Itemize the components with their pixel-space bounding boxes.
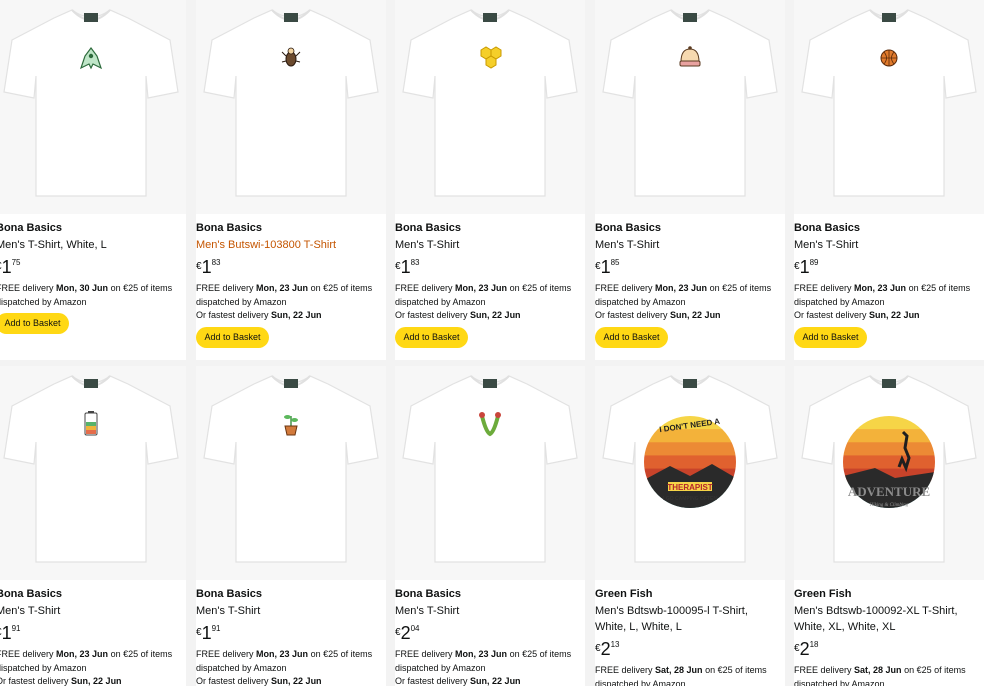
product-title[interactable]: Men's Butswi-103800 T-Shirt [196, 237, 381, 253]
product-brand: Bona Basics [196, 588, 263, 600]
product-brand: Green Fish [794, 588, 852, 600]
product-image[interactable]: ADVENTURE Hiking & Climbing [794, 366, 984, 580]
product-brand: Bona Basics [196, 222, 263, 234]
product-brand: Green Fish [595, 588, 653, 600]
product-card[interactable]: Bona Basics Men's T-Shirt €191 FREE deli… [196, 366, 386, 686]
sunset-therapist-print: I DON'T NEED A THERAPIST I GO CAMPING OF… [644, 416, 736, 508]
sunset-adventure-print: ADVENTURE Hiking & Climbing [843, 416, 935, 508]
product-card[interactable]: Bona Basics Men's T-Shirt €183 FREE deli… [395, 0, 585, 360]
product-title[interactable]: Men's Bdtswb-100092-XL T-Shirt, White, X… [794, 603, 979, 635]
product-price: €185 [595, 257, 620, 277]
delivery-info: FREE delivery Mon, 23 Jun on €25 of item… [0, 648, 184, 686]
product-title[interactable]: Men's T-Shirt [794, 237, 979, 253]
product-image[interactable] [395, 366, 585, 580]
delivery-info: FREE delivery Mon, 23 Jun on €25 of item… [395, 649, 572, 686]
product-card[interactable]: ADVENTURE Hiking & Climbing Green Fish M… [794, 366, 984, 686]
delivery-info: FREE delivery Mon, 23 Jun on €25 of item… [196, 649, 373, 686]
delivery-info: FREE delivery Mon, 23 Jun on €25 of item… [395, 283, 572, 320]
add-to-basket-button[interactable]: Add to Basket [595, 326, 668, 348]
fastest-delivery: Or fastest delivery [595, 310, 668, 320]
add-to-basket-button[interactable]: Add to Basket [196, 326, 269, 348]
product-title[interactable]: Men's T-Shirt [595, 237, 780, 253]
product-card[interactable]: Bona Basics Men's T-Shirt, White, L €175… [0, 0, 186, 360]
product-price: €204 [395, 623, 420, 643]
delivery-info: FREE delivery Mon, 23 Jun on €25 of item… [794, 283, 971, 320]
product-image[interactable] [0, 366, 186, 580]
product-card[interactable]: I DON'T NEED A THERAPIST I GO CAMPING OF… [595, 366, 785, 686]
product-image[interactable] [794, 0, 984, 214]
product-card[interactable]: Bona Basics Men's T-Shirt €189 FREE deli… [794, 0, 984, 360]
product-price: €191 [0, 623, 21, 643]
product-title[interactable]: Men's T-Shirt [196, 603, 381, 619]
product-brand: Bona Basics [395, 588, 462, 600]
product-brand: Bona Basics [0, 222, 63, 234]
product-title[interactable]: Men's T-Shirt [395, 237, 580, 253]
product-image[interactable] [0, 0, 186, 214]
product-title[interactable]: Men's T-Shirt, White, L [0, 237, 181, 253]
product-brand: Bona Basics [395, 222, 462, 234]
print-line-3: I GO CAMPING OFTEN [663, 496, 717, 502]
fastest-delivery: Or fastest delivery [196, 676, 269, 686]
product-brand: Bona Basics [794, 222, 861, 234]
delivery-info: FREE delivery Mon, 23 Jun on €25 of item… [196, 283, 373, 320]
product-image[interactable] [196, 0, 386, 214]
product-image[interactable] [395, 0, 585, 214]
print-line-2: THERAPIST [667, 483, 712, 492]
product-price: €213 [595, 639, 620, 659]
product-image[interactable] [196, 366, 386, 580]
basketball-icon [880, 49, 898, 67]
fastest-delivery: Or fastest delivery [0, 676, 69, 686]
product-image[interactable]: I DON'T NEED A THERAPIST I GO CAMPING OF… [595, 366, 785, 580]
fastest-delivery: Or fastest delivery [196, 310, 269, 320]
delivery-info: FREE delivery Mon, 30 Jun on €25 of item… [0, 283, 173, 307]
delivery-info: FREE delivery Sat, 28 Jun on €25 of item… [794, 665, 966, 686]
product-title[interactable]: Men's T-Shirt [395, 603, 580, 619]
add-to-basket-button[interactable]: Add to Basket [0, 313, 69, 334]
add-to-basket-button[interactable]: Add to Basket [395, 326, 468, 348]
add-to-basket-button[interactable]: Add to Basket [794, 326, 867, 348]
product-card[interactable]: Bona Basics Men's T-Shirt €204 FREE deli… [395, 366, 585, 686]
battery-icon [84, 411, 98, 436]
product-price: €218 [794, 639, 819, 659]
product-card[interactable]: Bona Basics Men's T-Shirt €191 FREE deli… [0, 366, 186, 686]
product-title[interactable]: Men's T-Shirt [0, 603, 181, 619]
product-price: €191 [196, 623, 221, 643]
product-brand: Bona Basics [595, 222, 662, 234]
product-price: €175 [0, 257, 21, 277]
product-card[interactable]: Bona Basics Men's Butswi-103800 T-Shirt … [196, 0, 386, 360]
fastest-delivery: Or fastest delivery [395, 676, 468, 686]
print-line-1: ADVENTURE [848, 484, 930, 499]
delivery-info: FREE delivery Sat, 28 Jun on €25 of item… [595, 665, 767, 686]
fastest-delivery: Or fastest delivery [395, 310, 468, 320]
product-card[interactable]: Bona Basics Men's T-Shirt €185 FREE deli… [595, 0, 785, 360]
fastest-delivery: Or fastest delivery [794, 310, 867, 320]
product-price: €183 [395, 257, 420, 277]
product-brand: Bona Basics [0, 588, 63, 600]
print-line-2: Hiking & Climbing [869, 503, 909, 508]
product-image[interactable] [595, 0, 785, 214]
product-price: €189 [794, 257, 819, 277]
product-price: €183 [196, 257, 221, 277]
delivery-info: FREE delivery Mon, 23 Jun on €25 of item… [595, 283, 772, 320]
product-title[interactable]: Men's Bdtswb-100095-l T-Shirt, White, L,… [595, 603, 780, 635]
